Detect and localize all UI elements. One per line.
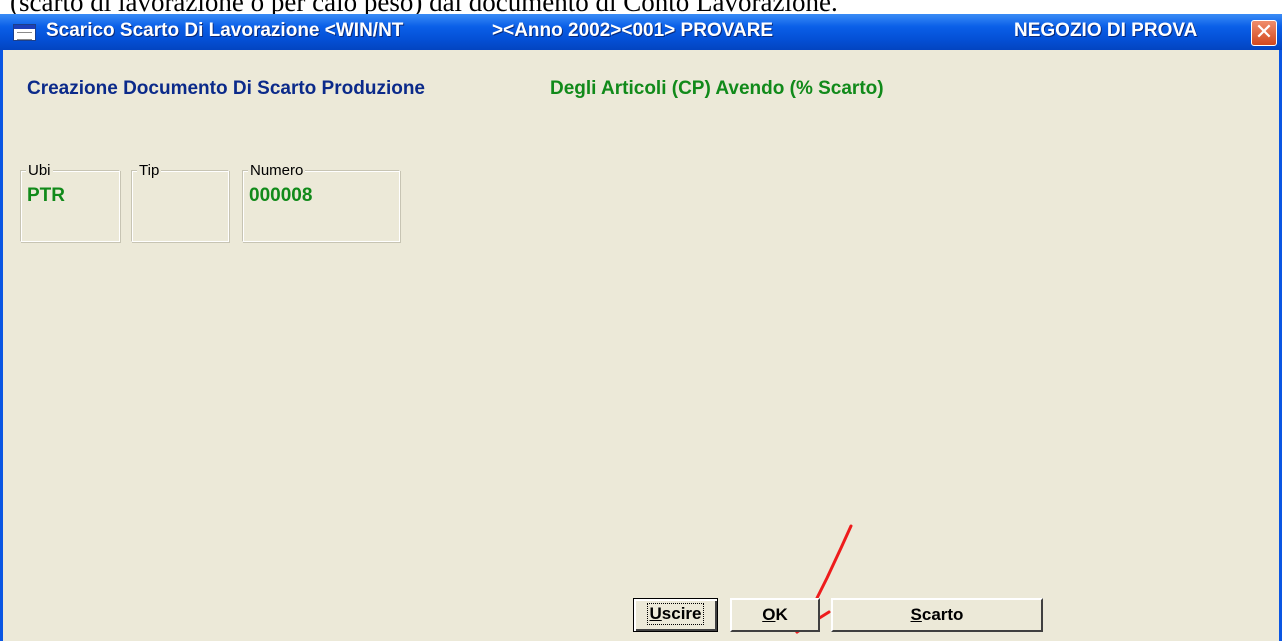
exit-button[interactable]: Uscire: [633, 598, 718, 632]
page-subtitle: Degli Articoli (CP) Avendo (% Scarto): [550, 78, 884, 99]
ok-button[interactable]: OK: [730, 598, 820, 632]
ok-button-label: K: [775, 605, 788, 624]
page-title: Creazione Documento Di Scarto Produzione: [27, 78, 425, 99]
field-numero-label: Numero: [248, 162, 306, 179]
ok-button-hotkey: O: [762, 605, 776, 624]
discard-button[interactable]: Scarto: [831, 598, 1043, 632]
application-window: Scarico Scarto Di Lavorazione <WIN/NT ><…: [0, 14, 1282, 641]
close-button[interactable]: ✕: [1251, 20, 1277, 46]
field-tip-label: Tip: [137, 162, 162, 179]
exit-button-label: scire: [661, 604, 702, 623]
document-caption: (scarto di lavorazione o per calo peso) …: [0, 0, 1282, 14]
field-ubi-value: PTR: [27, 185, 65, 206]
discard-button-hotkey: S: [910, 605, 922, 624]
discard-button-label: carto: [921, 605, 964, 624]
window-title-year: ><Anno 2002><001> PROVARE: [492, 20, 774, 41]
title-bar[interactable]: Scarico Scarto Di Lavorazione <WIN/NT ><…: [0, 14, 1282, 50]
dialog-client-area: Creazione Documento Di Scarto Produzione…: [3, 50, 1279, 641]
exit-button-hotkey: U: [649, 604, 662, 623]
app-window-icon[interactable]: [13, 24, 36, 41]
close-icon: ✕: [1254, 20, 1274, 45]
field-numero: Numero 000008: [242, 162, 400, 242]
caption-text: (scarto di lavorazione o per calo peso) …: [10, 0, 838, 14]
field-tip: Tip: [131, 162, 229, 242]
field-ubi-label: Ubi: [26, 162, 53, 179]
window-title-store: NEGOZIO DI PROVA: [1014, 20, 1198, 41]
window-title: Scarico Scarto Di Lavorazione <WIN/NT: [46, 20, 404, 41]
field-ubi: Ubi PTR: [20, 162, 120, 242]
field-numero-value: 000008: [249, 185, 313, 206]
